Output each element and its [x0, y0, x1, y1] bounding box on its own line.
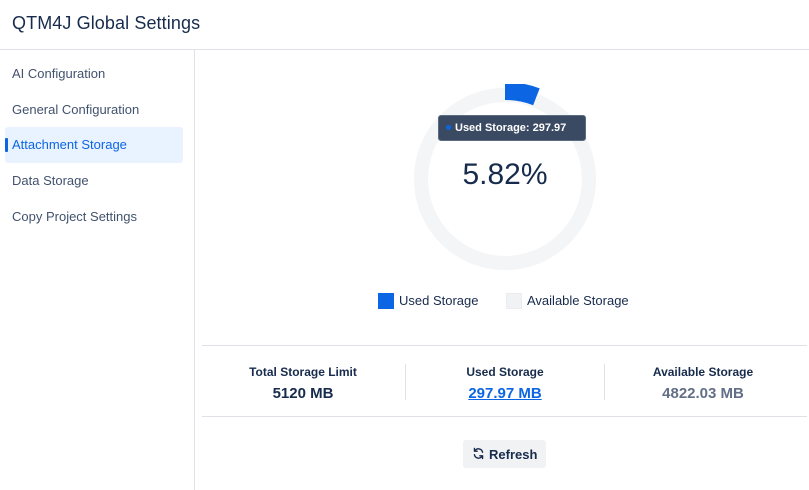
refresh-button[interactable]: Refresh	[463, 440, 546, 468]
sidebar-item-copy-project-settings[interactable]: Copy Project Settings	[5, 199, 183, 235]
sidebar-item-label: Data Storage	[12, 173, 89, 188]
chart-tooltip: Used Storage: 297.97 MB	[438, 115, 586, 158]
refresh-label: Refresh	[489, 447, 538, 462]
legend-label-used: Used Storage	[399, 293, 479, 308]
stat-label: Available Storage	[652, 365, 754, 379]
stat-value-available: 4822.03 MB	[662, 385, 744, 402]
legend-used-storage[interactable]: Used Storage	[378, 292, 488, 310]
storage-stats: Total Storage Limit 5120 MB Used Storage…	[202, 345, 807, 417]
sidebar-item-label: General Configuration	[12, 102, 140, 117]
sidebar-item-attachment-storage[interactable]: Attachment Storage	[5, 127, 183, 163]
tooltip-color-dot	[446, 125, 451, 130]
stat-available-storage: Available Storage 4822.03 MB	[602, 346, 804, 418]
sidebar-item-general-configuration[interactable]: General Configuration	[5, 92, 183, 128]
sidebar-item-ai-configuration[interactable]: AI Configuration	[5, 56, 183, 92]
settings-sidebar: AI Configuration General Configuration A…	[0, 50, 195, 490]
stat-value-total: 5120 MB	[272, 385, 334, 402]
page-header: QTM4J Global Settings	[0, 0, 809, 50]
stat-used-storage: Used Storage 297.97 MB	[404, 346, 606, 418]
legend-swatch-used	[378, 293, 394, 309]
stat-label: Total Storage Limit	[249, 365, 357, 379]
legend-label-available: Available Storage	[527, 293, 629, 308]
chart-center-percentage: 5.82%	[462, 158, 548, 191]
legend-available-storage[interactable]: Available Storage	[506, 292, 636, 310]
refresh-icon	[473, 447, 484, 460]
legend-swatch-available	[506, 293, 522, 309]
donut-slice-used-storage[interactable]	[504, 82, 540, 106]
stat-label: Used Storage	[466, 365, 544, 379]
sidebar-item-label: Attachment Storage	[12, 137, 127, 152]
stat-value-used-link[interactable]: 297.97 MB	[404, 385, 606, 402]
sidebar-item-data-storage[interactable]: Data Storage	[5, 163, 183, 199]
stat-total-storage: Total Storage Limit 5120 MB	[202, 346, 404, 418]
active-indicator	[5, 138, 8, 152]
sidebar-item-label: AI Configuration	[12, 66, 106, 81]
page-title: QTM4J Global Settings	[12, 13, 201, 33]
sidebar-item-label: Copy Project Settings	[12, 209, 138, 224]
